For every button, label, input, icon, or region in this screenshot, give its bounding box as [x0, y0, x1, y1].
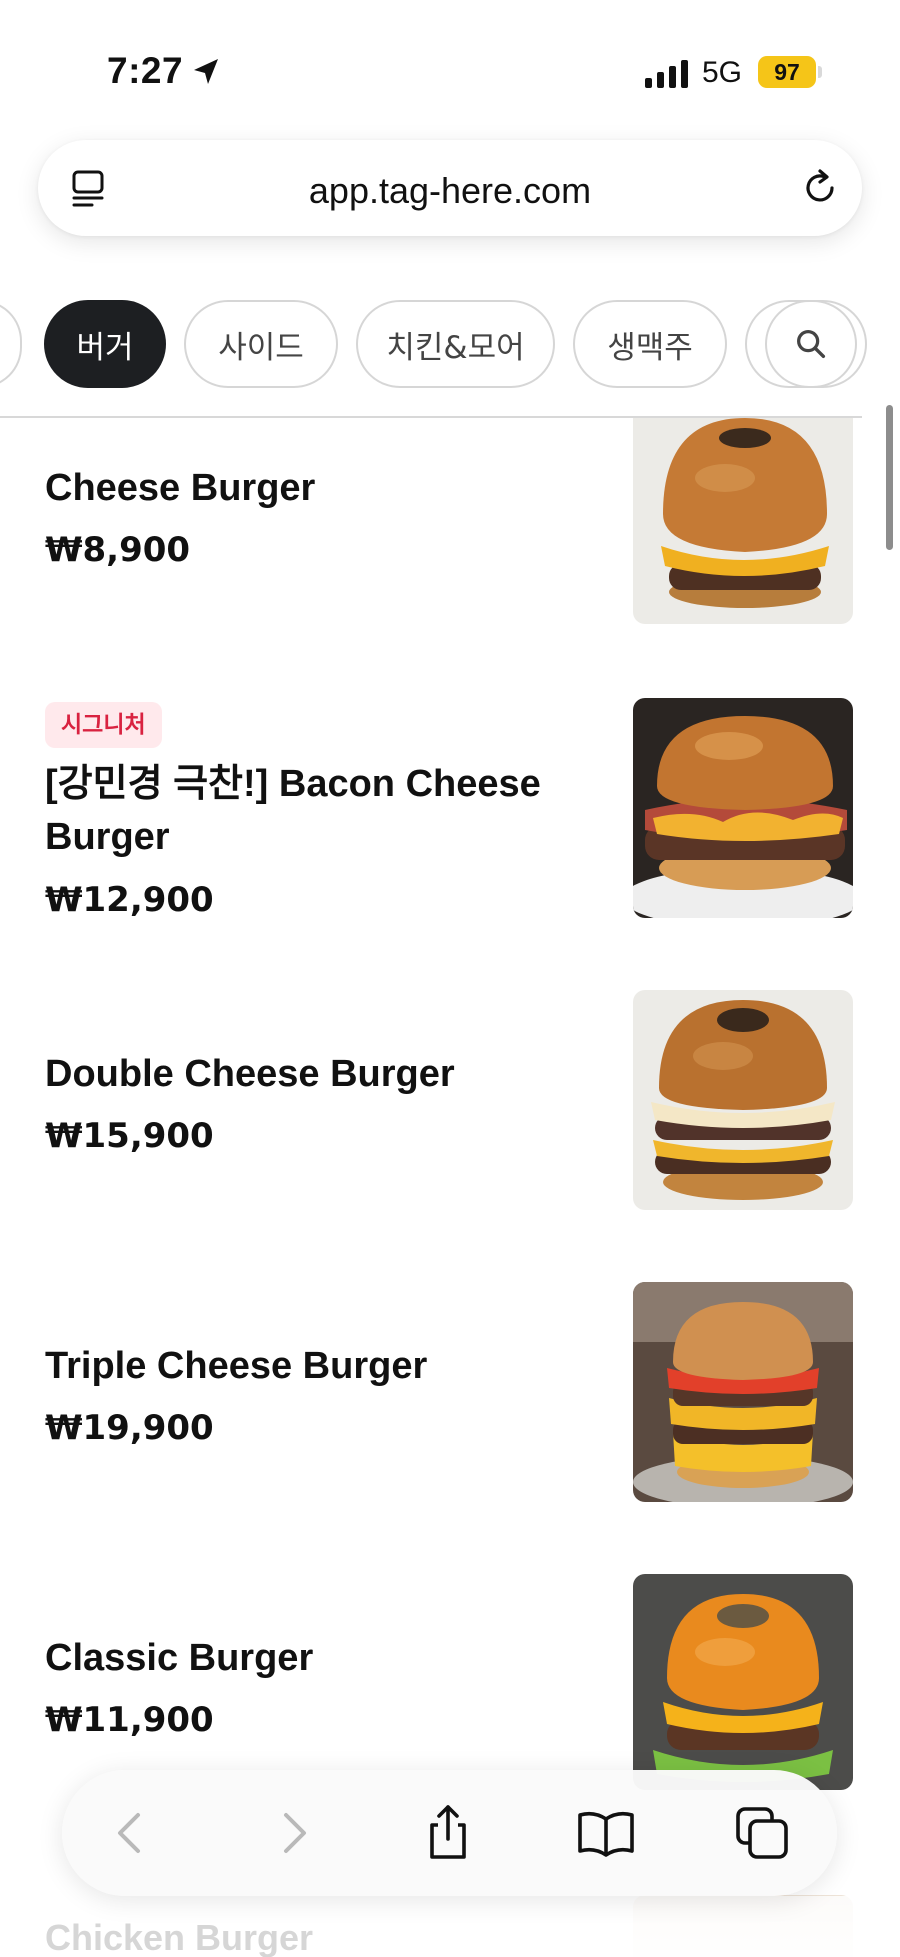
menu-item-triple-cheese-burger[interactable]: Triple Cheese Burger ₩19,900 — [0, 1282, 900, 1512]
battery-indicator: 97 — [758, 56, 816, 88]
bookmarks-icon[interactable] — [576, 1803, 636, 1863]
menu-item-cheese-burger[interactable]: Cheese Burger ₩8,900 — [0, 418, 900, 648]
back-icon[interactable] — [102, 1803, 162, 1863]
url-text[interactable]: app.tag-here.com — [138, 170, 762, 212]
reload-icon[interactable] — [798, 166, 842, 210]
status-bar: 7:27 5G 97 — [0, 0, 900, 130]
item-price: ₩11,900 — [45, 1700, 214, 1740]
item-image — [633, 1574, 853, 1790]
page: 7:27 5G 97 app.tag-here.com 버거 사이드 치킨&모어… — [0, 0, 900, 1957]
item-image — [633, 990, 853, 1210]
item-name: [강민경 극찬!] Bacon Cheese Burger — [45, 763, 541, 858]
forward-icon[interactable] — [262, 1803, 322, 1863]
search-icon — [797, 330, 826, 359]
menu-item-chicken-burger-partial[interactable]: Chicken Burger — [45, 1917, 313, 1957]
page-menu-icon[interactable] — [68, 166, 112, 210]
battery-level: 97 — [774, 59, 800, 85]
item-price: ₩19,900 — [45, 1408, 214, 1448]
burger-photo — [633, 418, 853, 624]
menu-item-double-cheese-burger[interactable]: Double Cheese Burger ₩15,900 — [0, 990, 900, 1220]
cellular-signal-icon — [645, 60, 688, 88]
network-type: 5G — [702, 56, 743, 89]
item-image — [633, 418, 853, 624]
battery-cap — [818, 66, 822, 78]
clock: 7:27 — [107, 50, 184, 91]
tab-chicken-more[interactable]: 치킨&모어 — [356, 300, 555, 388]
item-price: ₩15,900 — [45, 1116, 214, 1156]
browser-toolbar — [62, 1770, 837, 1896]
share-icon[interactable] — [418, 1803, 478, 1863]
tab-previous-partial[interactable] — [0, 300, 22, 388]
tab-side[interactable]: 사이드 — [184, 300, 338, 388]
item-name: Triple Cheese Burger — [45, 1345, 428, 1387]
burger-photo — [633, 698, 853, 918]
menu-item-bacon-cheese-burger[interactable]: 시그니처 [강민경 극찬!] Bacon Cheese Burger ₩12,9… — [0, 698, 900, 948]
item-price: ₩8,900 — [45, 530, 191, 570]
burger-photo — [633, 1282, 853, 1502]
item-image — [633, 1282, 853, 1502]
search-button[interactable] — [765, 300, 857, 388]
item-name: Cheese Burger — [45, 467, 316, 509]
item-image — [633, 698, 853, 918]
category-tabs: 버거 사이드 치킨&모어 생맥주 — [0, 300, 900, 392]
burger-photo — [633, 1574, 853, 1790]
address-bar[interactable]: app.tag-here.com — [38, 140, 862, 236]
tab-burger[interactable]: 버거 — [44, 300, 166, 388]
burger-photo — [633, 990, 853, 1210]
tabs-icon[interactable] — [732, 1803, 792, 1863]
item-name: Classic Burger — [45, 1637, 314, 1679]
item-price: ₩12,900 — [45, 880, 214, 920]
item-name: Double Cheese Burger — [45, 1053, 455, 1095]
tab-draft-beer[interactable]: 생맥주 — [573, 300, 727, 388]
location-arrow-icon — [194, 59, 218, 84]
signature-badge: 시그니처 — [45, 702, 162, 748]
